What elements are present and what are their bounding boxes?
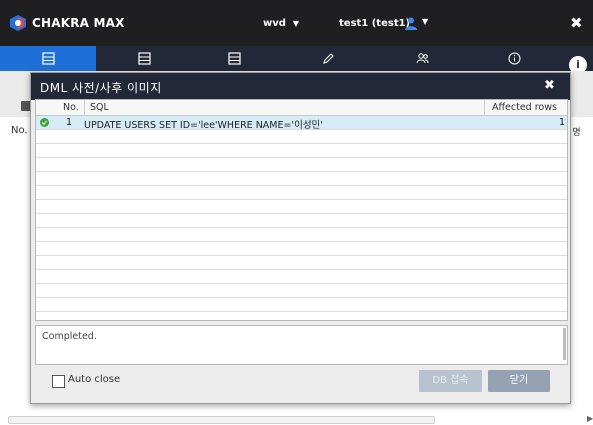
success-check-icon bbox=[40, 118, 49, 127]
main-tab-bar bbox=[0, 46, 593, 71]
dialog-title-bar: DML 사전/사후 이미지 ✖ bbox=[31, 73, 570, 100]
empty-row bbox=[36, 242, 567, 256]
user-selector[interactable]: test1 (test1) bbox=[339, 18, 410, 29]
caret-down-icon[interactable]: ▼ bbox=[422, 17, 428, 26]
auto-close-checkbox[interactable] bbox=[52, 375, 65, 388]
database-selector[interactable]: wvd ▼ bbox=[263, 18, 299, 29]
empty-row bbox=[36, 200, 567, 214]
empty-row bbox=[36, 144, 567, 158]
tab-5[interactable] bbox=[374, 46, 470, 71]
users-icon bbox=[416, 53, 428, 64]
empty-row bbox=[36, 130, 567, 144]
database-icon bbox=[137, 52, 151, 65]
empty-row bbox=[36, 256, 567, 270]
dialog-close-icon[interactable]: ✖ bbox=[544, 78, 555, 93]
row-sql: UPDATE USERS SET ID='lee'WHERE NAME='이성민… bbox=[84, 120, 323, 131]
caret-down-icon: ▼ bbox=[292, 19, 300, 28]
column-header-sql[interactable]: SQL bbox=[90, 102, 109, 113]
grid-header: No. SQL Affected rows bbox=[36, 100, 567, 116]
user-selector-label: test1 (test1) bbox=[339, 18, 411, 29]
app-brand: CHAKRA MAX bbox=[32, 16, 125, 30]
tab-sql-editor[interactable] bbox=[0, 46, 96, 71]
empty-row bbox=[36, 186, 567, 200]
dialog-title: DML 사전/사후 이미지 bbox=[40, 81, 162, 95]
empty-row bbox=[36, 214, 567, 228]
user-icon[interactable] bbox=[404, 16, 418, 30]
column-header-affected-rows[interactable]: Affected rows bbox=[492, 102, 557, 113]
empty-row bbox=[36, 172, 567, 186]
scroll-right-arrow-icon: ▶ bbox=[587, 414, 593, 423]
db-connect-button[interactable]: DB 접속 bbox=[419, 370, 482, 392]
tab-3[interactable] bbox=[186, 46, 282, 71]
pencil-icon bbox=[322, 53, 334, 64]
app-close-icon[interactable]: ✖ bbox=[570, 14, 583, 32]
database-icon bbox=[41, 52, 55, 65]
row-affected-rows: 1 bbox=[559, 117, 566, 128]
top-bar: CHAKRA MAX wvd ▼ test1 (test1) ▼ ✖ bbox=[0, 0, 593, 46]
chakra-logo-icon bbox=[10, 15, 26, 31]
sql-result-grid: No. SQL Affected rows 1 UPDATE USERS SET… bbox=[35, 99, 568, 321]
database-selector-label: wvd bbox=[263, 18, 286, 29]
tab-4[interactable] bbox=[280, 46, 376, 71]
row-no: 1 bbox=[66, 117, 73, 128]
column-header-no[interactable]: No. bbox=[63, 102, 79, 113]
dml-image-dialog: DML 사전/사후 이미지 ✖ No. SQL Affected rows 1 … bbox=[30, 72, 571, 404]
tab-6[interactable] bbox=[466, 46, 562, 71]
empty-row bbox=[36, 270, 567, 284]
auto-close-label[interactable]: Auto close bbox=[68, 374, 120, 385]
database-icon bbox=[227, 52, 241, 65]
info-icon bbox=[508, 52, 520, 65]
empty-row bbox=[36, 284, 567, 298]
tab-2[interactable] bbox=[96, 46, 192, 71]
table-row[interactable]: 1 UPDATE USERS SET ID='lee'WHERE NAME='이… bbox=[36, 116, 567, 131]
result-message-box[interactable]: Completed. bbox=[35, 325, 568, 365]
result-message: Completed. bbox=[42, 331, 97, 342]
empty-row bbox=[36, 228, 567, 242]
empty-row bbox=[36, 158, 567, 172]
empty-row bbox=[36, 298, 567, 312]
message-scrollbar[interactable] bbox=[563, 328, 566, 360]
background-horizontal-scrollbar bbox=[8, 416, 435, 424]
close-button[interactable]: 닫기 bbox=[488, 370, 550, 392]
background-column-no: No. bbox=[11, 125, 28, 136]
